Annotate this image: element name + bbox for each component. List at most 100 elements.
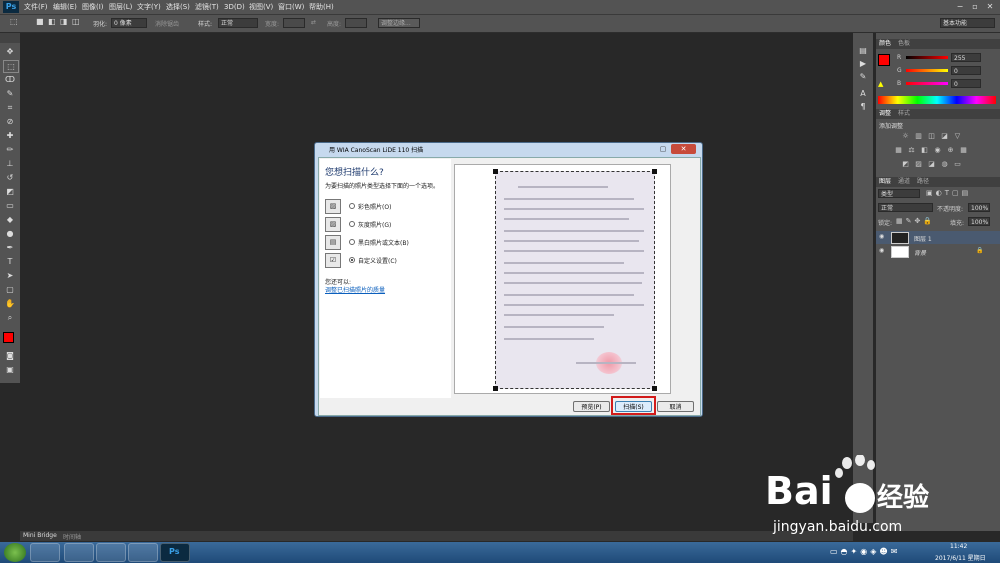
eyedropper-tool-icon[interactable]: ⊘ <box>3 116 17 127</box>
swap-icon[interactable]: ⇄ <box>311 19 316 26</box>
blend-mode-select[interactable]: 正常 <box>878 203 933 212</box>
posterize-icon[interactable]: ▨ <box>914 160 923 168</box>
tab-timeline[interactable]: 时间轴 <box>63 532 81 541</box>
fill-input[interactable]: 100% <box>968 217 990 226</box>
tray-time[interactable]: 11:42 <box>950 543 967 550</box>
tab-adjustments[interactable]: 调整 <box>879 110 891 118</box>
preview-button[interactable]: 预览(P) <box>573 401 610 412</box>
option-grayscale-photo[interactable]: ▨ 灰度照片(G) <box>325 217 445 233</box>
invert-icon[interactable]: ◩ <box>901 160 910 168</box>
menu-type[interactable]: 文字(Y) <box>137 2 161 12</box>
taskbar-app-photoshop[interactable]: Ps <box>160 543 190 562</box>
type-tool-icon[interactable]: T <box>3 256 17 267</box>
crop-handle[interactable] <box>652 386 657 391</box>
lock-icons[interactable]: ▦✎✥🔒 <box>896 217 935 225</box>
brightness-icon[interactable]: ☼ <box>901 132 910 140</box>
hue-icon[interactable]: ▦ <box>894 146 903 154</box>
character-icon[interactable]: A <box>857 88 869 99</box>
curves-icon[interactable]: ◫ <box>927 132 936 140</box>
zoom-tool-icon[interactable]: ⌕ <box>3 312 17 323</box>
style-select[interactable]: 正常 <box>218 18 258 28</box>
pen-tool-icon[interactable]: ✒ <box>3 242 17 253</box>
menu-file[interactable]: 文件(F) <box>24 2 48 12</box>
taskbar-app-user[interactable] <box>96 543 126 562</box>
option-custom[interactable]: ☑ 自定义设置(C) <box>325 253 445 269</box>
tray-icons[interactable]: ▭◓✦◉◈☻✉ <box>830 547 900 556</box>
history-brush-icon[interactable]: ↺ <box>3 172 17 183</box>
menu-edit[interactable]: 编辑(E) <box>53 2 77 12</box>
blue-slider[interactable] <box>906 82 948 85</box>
foreground-color-swatch[interactable] <box>3 332 14 343</box>
maximize-icon[interactable]: ▫ <box>970 1 980 12</box>
crop-handle[interactable] <box>493 169 498 174</box>
vibrance-icon[interactable]: ▽ <box>953 132 962 140</box>
taskbar-app-wechat[interactable] <box>30 543 60 562</box>
option-bw-text[interactable]: ▤ 黑白照片或文本(B) <box>325 235 445 251</box>
antialias-checkbox[interactable]: 消除锯齿 <box>155 19 179 28</box>
foreground-color-swatch[interactable] <box>878 54 890 66</box>
screen-mode-icon[interactable]: ▣ <box>3 364 17 375</box>
opacity-input[interactable]: 100% <box>968 203 990 212</box>
new-selection-icon[interactable]: ■ <box>36 17 44 26</box>
red-value-input[interactable]: 255 <box>951 53 981 62</box>
tab-mini-bridge[interactable]: Mini Bridge <box>23 532 57 539</box>
tab-styles[interactable]: 样式 <box>898 110 910 118</box>
add-selection-icon[interactable]: ◧ <box>48 17 56 26</box>
crop-tool-icon[interactable]: ⌗ <box>3 102 17 113</box>
actions-icon[interactable]: ▶ <box>857 58 869 69</box>
radio-color-photo[interactable] <box>349 203 355 209</box>
healing-tool-icon[interactable]: ✚ <box>3 130 17 141</box>
intersect-selection-icon[interactable]: ◫ <box>72 17 80 26</box>
photo-filter-icon[interactable]: ◉ <box>933 146 942 154</box>
menu-layer[interactable]: 图层(L) <box>109 2 132 12</box>
quick-select-tool-icon[interactable]: ✎ <box>3 88 17 99</box>
menu-help[interactable]: 帮助(H) <box>309 2 334 12</box>
brush-presets-icon[interactable]: ✎ <box>857 71 869 82</box>
selective-color-icon[interactable]: ◍ <box>940 160 949 168</box>
visibility-eye-icon[interactable]: ◉ <box>879 247 884 254</box>
brush-tool-icon[interactable]: ✏ <box>3 144 17 155</box>
tab-channels[interactable]: 通道 <box>898 178 910 186</box>
stamp-tool-icon[interactable]: ⊥ <box>3 158 17 169</box>
layer-filter-icons[interactable]: ▣◐T▢▤ <box>926 189 971 197</box>
menu-view[interactable]: 视图(V) <box>249 2 273 12</box>
layer-name[interactable]: 图层 1 <box>914 234 932 243</box>
tab-paths[interactable]: 路径 <box>917 178 929 186</box>
path-select-icon[interactable]: ➤ <box>3 270 17 281</box>
color-spectrum-bar[interactable] <box>878 96 996 104</box>
tab-swatches[interactable]: 色板 <box>898 40 910 48</box>
history-icon[interactable]: ▤ <box>857 45 869 56</box>
exposure-icon[interactable]: ◪ <box>940 132 949 140</box>
menu-select[interactable]: 选择(S) <box>166 2 190 12</box>
workspace-select[interactable]: 基本功能 <box>940 18 995 28</box>
crop-handle[interactable] <box>652 169 657 174</box>
menu-3d[interactable]: 3D(D) <box>224 2 245 12</box>
channel-mixer-icon[interactable]: ⊕ <box>946 146 955 154</box>
close-icon[interactable]: ✕ <box>671 144 696 154</box>
lasso-tool-icon[interactable]: ↀ <box>3 74 17 85</box>
start-button[interactable] <box>4 543 26 562</box>
refine-edge-button[interactable]: 调整边缘... <box>378 18 420 28</box>
radio-custom[interactable] <box>349 257 355 263</box>
crop-handle[interactable] <box>493 386 498 391</box>
hand-tool-icon[interactable]: ✋ <box>3 298 17 309</box>
adjust-quality-link[interactable]: 调整已扫描照片的质量 <box>325 285 385 294</box>
layer-row[interactable]: ◉ 图层 1 <box>876 231 1000 244</box>
blue-value-input[interactable]: 0 <box>951 79 981 88</box>
marquee-tool-icon[interactable]: ⬚ <box>3 60 19 73</box>
scanned-page[interactable] <box>493 169 657 391</box>
green-slider[interactable] <box>906 69 948 72</box>
feather-input[interactable]: 0 像素 <box>111 18 147 28</box>
layer-kind-filter[interactable]: 类型 <box>878 189 920 198</box>
tab-color[interactable]: 颜色 <box>879 40 891 48</box>
visibility-eye-icon[interactable]: ◉ <box>879 233 884 240</box>
menu-window[interactable]: 窗口(W) <box>278 2 304 12</box>
minimize-icon[interactable]: − <box>955 1 965 12</box>
dodge-tool-icon[interactable]: ● <box>3 228 17 239</box>
quick-mask-icon[interactable]: ◙ <box>3 350 17 361</box>
green-value-input[interactable]: 0 <box>951 66 981 75</box>
levels-icon[interactable]: ▥ <box>914 132 923 140</box>
color-balance-icon[interactable]: ⚖ <box>907 146 916 154</box>
layer-name[interactable]: 背景 <box>914 248 926 257</box>
menu-filter[interactable]: 滤镜(T) <box>195 2 219 12</box>
